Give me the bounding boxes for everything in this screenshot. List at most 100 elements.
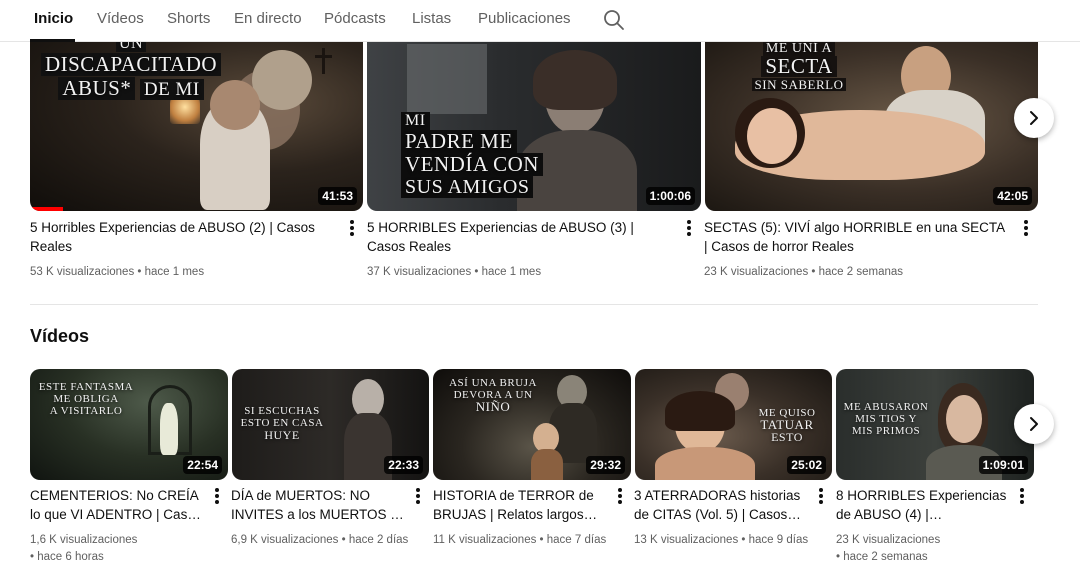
carousel-next-button[interactable] (1014, 404, 1054, 444)
video-duration: 1:09:01 (978, 456, 1028, 474)
tab-inicio[interactable]: Inicio (34, 10, 73, 27)
caption-line: SECTA (761, 56, 837, 77)
video-duration: 25:02 (787, 456, 826, 474)
thumbnail-figure (533, 50, 617, 110)
caption-line: MIS TIOS Y (855, 413, 917, 425)
view-count: 13 K visualizaciones (634, 534, 739, 546)
carousel-next-button[interactable] (1014, 98, 1054, 138)
upload-age: hace 2 semanas (843, 551, 928, 563)
active-tab-indicator (30, 39, 75, 42)
video-title[interactable]: 5 HORRIBLES Experiencias de ABUSO (3) | … (367, 218, 672, 256)
thumbnail-caption: SI ESCUCHAS ESTO EN CASA HUYE (240, 405, 324, 441)
view-count: 11 K visualizaciones (433, 534, 537, 546)
chevron-right-icon (1030, 111, 1038, 125)
video-meta: 1,6 K visualizaciones • hace 6 horas (30, 532, 220, 566)
caption-line: NIÑO (475, 399, 511, 414)
more-vert-icon[interactable] (614, 487, 626, 505)
video-thumbnail[interactable]: ESTE FANTASMA ME OBLIGA A VISITARLO 22:5… (30, 369, 228, 480)
caption-line: DISCAPACITADO (40, 53, 222, 76)
video-thumbnail[interactable]: MI PADRE ME VENDÍA CON SUS AMIGOS 1:00:0… (367, 30, 701, 211)
caption-line: ME OBLIGA (53, 393, 119, 405)
video-title[interactable]: HISTORIA de TERROR de BRUJAS | Relatos l… (433, 486, 611, 524)
upload-age: hace 7 días (546, 534, 607, 546)
thumbnail-caption: ME ABUSARON MIS TIOS Y MIS PRIMOS (840, 401, 932, 437)
video-meta: 53 K visualizaciones • hace 1 mes (30, 266, 205, 278)
more-vert-icon[interactable] (346, 219, 358, 237)
video-duration: 22:54 (183, 456, 222, 474)
caption-line: SIN SABERLO (751, 78, 847, 91)
thumbnail-caption: MI PADRE ME VENDÍA CON SUS AMIGOS (401, 112, 601, 198)
thumbnail-caption: UN DISCAPACITADO ABUS* DE MI (36, 36, 226, 100)
tab-en-directo[interactable]: En directo (234, 10, 302, 27)
caption-line: ME ABUSARON (843, 401, 929, 413)
more-vert-icon[interactable] (683, 219, 695, 237)
caption-line: ESTO (771, 430, 803, 444)
thumbnail-figure (747, 108, 797, 164)
view-count: 1,6 K visualizaciones (30, 534, 138, 546)
caption-line: HUYE (264, 428, 300, 442)
video-title[interactable]: DÍA de MUERTOS: NO INVITES a los MUERTOS… (231, 486, 409, 524)
video-thumbnail[interactable]: ME UNÍ A SECTA SIN SABERLO 42:05 (705, 30, 1038, 211)
video-title[interactable]: 8 HORRIBLES Experiencias de ABUSO (4) | … (836, 486, 1014, 524)
video-duration: 41:53 (318, 187, 357, 205)
caption-line: ABUS* (58, 77, 136, 100)
more-vert-icon[interactable] (815, 487, 827, 505)
tab-podcasts[interactable]: Pódcasts (324, 10, 386, 27)
video-duration: 22:33 (384, 456, 423, 474)
caption-line: SI ESCUCHAS (244, 405, 320, 417)
upload-age: hace 9 días (748, 534, 809, 546)
more-vert-icon[interactable] (412, 487, 424, 505)
video-title[interactable]: CEMENTERIOS: No CREÍA lo que VI ADENTRO … (30, 486, 208, 524)
caption-line: DE MI (139, 79, 204, 100)
more-vert-icon[interactable] (1020, 219, 1032, 237)
thumbnail-figure (531, 449, 563, 480)
caption-line: MIS PRIMOS (851, 425, 921, 437)
thumbnail-figure (160, 403, 178, 455)
video-title[interactable]: SECTAS (5): VIVÍ algo HORRIBLE en una SE… (704, 218, 1009, 256)
thumbnail-figure (252, 50, 312, 110)
video-title[interactable]: 5 Horribles Experiencias de ABUSO (2) | … (30, 218, 335, 256)
tab-videos[interactable]: Vídeos (97, 10, 144, 27)
thumbnail-figure (946, 395, 982, 443)
video-thumbnail[interactable]: ASÍ UNA BRUJA DEVORA A UN NIÑO 29:32 (433, 369, 631, 480)
video-meta: 23 K visualizaciones • hace 2 semanas (704, 266, 904, 278)
thumbnail-figure (655, 447, 755, 480)
video-thumbnail[interactable]: ME ABUSARON MIS TIOS Y MIS PRIMOS 1:09:0… (836, 369, 1034, 480)
upload-age: hace 1 mes (144, 266, 205, 278)
upload-age: hace 2 semanas (818, 266, 904, 278)
thumbnail-cross (315, 55, 332, 58)
tab-publicaciones[interactable]: Publicaciones (478, 10, 571, 27)
tab-listas[interactable]: Listas (412, 10, 451, 27)
search-icon[interactable] (602, 8, 626, 32)
caption-line: SUS AMIGOS (401, 176, 534, 198)
upload-age: hace 6 horas (37, 551, 104, 563)
upload-age: hace 2 días (348, 534, 409, 546)
video-duration: 1:00:06 (645, 187, 695, 205)
video-meta: 13 K visualizaciones • hace 9 días (634, 534, 809, 546)
upload-age-row: • hace 2 semanas (836, 551, 928, 563)
upload-age: hace 1 mes (481, 266, 542, 278)
more-vert-icon[interactable] (211, 487, 223, 505)
section-title-videos[interactable]: Vídeos (30, 326, 89, 347)
video-title[interactable]: 3 ATERRADORAS historias de CITAS (Vol. 5… (634, 486, 814, 524)
more-vert-icon[interactable] (1016, 487, 1028, 505)
caption-line: VENDÍA CON (401, 153, 543, 176)
chevron-right-icon (1030, 417, 1038, 431)
section-divider (30, 304, 1038, 305)
view-count: 53 K visualizaciones (30, 266, 135, 278)
video-thumbnail[interactable]: ME QUISO TATUAR ESTO 25:02 (635, 369, 832, 480)
video-duration: 42:05 (993, 187, 1032, 205)
thumbnail-figure (665, 391, 735, 431)
thumbnail-caption: ME QUISO TATUAR ESTO (753, 407, 821, 443)
caption-line: PADRE ME (401, 130, 517, 153)
video-meta: 6,9 K visualizaciones • hace 2 días (231, 534, 409, 546)
video-thumbnail[interactable]: SI ESCUCHAS ESTO EN CASA HUYE 22:33 (232, 369, 429, 480)
view-count: 6,9 K visualizaciones (231, 534, 339, 546)
tab-shorts[interactable]: Shorts (167, 10, 210, 27)
caption-line: MI (401, 112, 430, 130)
view-count: 37 K visualizaciones (367, 266, 472, 278)
view-count: 23 K visualizaciones (836, 534, 941, 546)
thumbnail-caption: ME UNÍ A SECTA SIN SABERLO (739, 40, 859, 93)
video-thumbnail[interactable]: UN DISCAPACITADO ABUS* DE MI 41:53 (30, 30, 363, 211)
thumbnail-caption: ESTE FANTASMA ME OBLIGA A VISITARLO (38, 381, 134, 417)
